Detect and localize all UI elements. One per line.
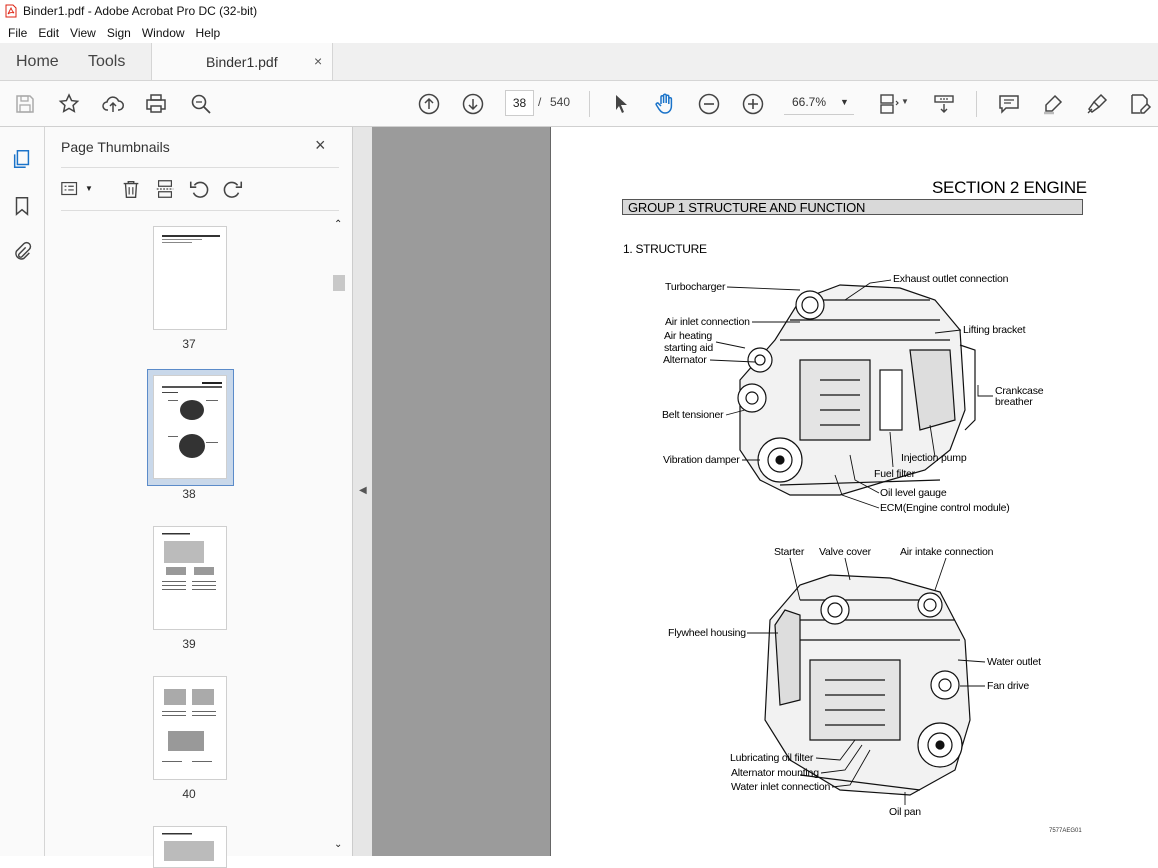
label-air-heating: Air heating: [664, 330, 712, 342]
label-lifting-bracket: Lifting bracket: [963, 324, 1026, 336]
label-belt-tensioner: Belt tensioner: [662, 409, 724, 421]
label-fan-drive: Fan drive: [987, 680, 1029, 692]
label-air-intake: Air intake connection: [900, 546, 994, 558]
label-ecm: ECM(Engine control module): [880, 502, 1010, 514]
label-air-inlet: Air inlet connection: [665, 316, 750, 328]
label-fuel-filter: Fuel filter: [874, 468, 915, 480]
engine-illustrations: [709, 279, 993, 805]
label-injection-pump: Injection pump: [901, 452, 967, 464]
label-valve-cover: Valve cover: [819, 546, 871, 558]
label-breather: breather: [995, 396, 1033, 408]
label-alternator-mounting: Alternator mounting: [731, 767, 819, 779]
label-lubricating-oil-filter: Lubricating oil filter: [730, 752, 814, 764]
label-starting-aid: starting aid: [664, 342, 713, 354]
label-water-inlet: Water inlet connection: [731, 781, 831, 793]
label-exhaust-outlet: Exhaust outlet connection: [893, 273, 1009, 285]
label-alternator: Alternator: [663, 354, 707, 366]
label-oil-level-gauge: Oil level gauge: [880, 487, 947, 499]
label-flywheel-housing: Flywheel housing: [668, 627, 746, 639]
label-turbocharger: Turbocharger: [665, 281, 726, 293]
figure-code: 7577AEG01: [1049, 828, 1082, 834]
label-oil-pan: Oil pan: [889, 806, 921, 818]
label-starter: Starter: [774, 546, 805, 558]
label-vibration-damper: Vibration damper: [663, 454, 740, 466]
label-water-outlet: Water outlet: [987, 656, 1041, 668]
